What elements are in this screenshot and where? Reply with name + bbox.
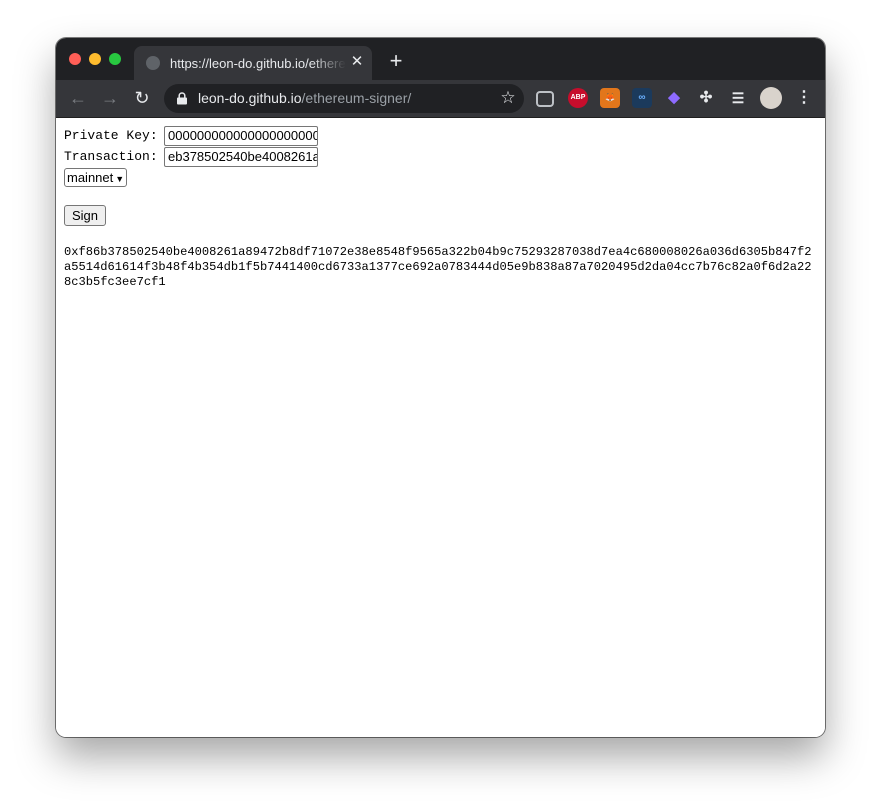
transaction-label: Transaction: bbox=[64, 149, 158, 164]
private-key-input[interactable]: 0000000000000000000000000000000000000000… bbox=[164, 126, 318, 146]
more-menu-icon[interactable]: ⋮ bbox=[794, 88, 814, 108]
chevron-down-icon: ▼ bbox=[115, 174, 125, 184]
transaction-input[interactable]: eb378502540be4008261a89472b8df71072e38e8… bbox=[164, 147, 318, 167]
title-bar: https://leon-do.github.io/ethereum-signe… bbox=[56, 38, 825, 80]
maximize-window-button[interactable] bbox=[109, 53, 121, 65]
metamask-extension-icon[interactable]: 🦊 bbox=[600, 88, 620, 108]
private-key-label: Private Key: bbox=[64, 128, 158, 143]
forward-button[interactable]: → bbox=[98, 86, 122, 110]
reload-button[interactable]: ↻ bbox=[130, 86, 154, 110]
infinity-extension-icon[interactable]: ∞ bbox=[632, 88, 652, 108]
media-control-icon[interactable]: ☰ bbox=[728, 88, 748, 108]
pocket-extension-icon[interactable] bbox=[536, 91, 554, 107]
network-select[interactable]: mainnet ▼ bbox=[64, 168, 128, 187]
globe-icon bbox=[146, 56, 160, 70]
sign-button[interactable]: Sign bbox=[64, 205, 107, 226]
minimize-window-button[interactable] bbox=[89, 53, 101, 65]
gem-extension-icon[interactable]: ◆ bbox=[664, 88, 684, 108]
url-path: /ethereum-signer/ bbox=[301, 90, 412, 106]
adblock-plus-extension-icon[interactable]: ABP bbox=[568, 88, 588, 108]
profile-avatar[interactable] bbox=[760, 87, 782, 109]
address-bar[interactable]: leon-do.github.io/ethereum-signer/ ☆ bbox=[164, 84, 524, 113]
close-window-button[interactable] bbox=[69, 53, 81, 65]
url-host: leon-do.github.io bbox=[198, 90, 302, 106]
lock-icon bbox=[177, 92, 187, 105]
bookmark-star-icon[interactable]: ☆ bbox=[498, 88, 518, 108]
active-tab[interactable]: https://leon-do.github.io/ethereum-signe… bbox=[134, 46, 372, 80]
browser-window: https://leon-do.github.io/ethereum-signe… bbox=[56, 38, 825, 737]
close-tab-icon[interactable]: ✕ bbox=[348, 53, 366, 71]
page-content: Private Key: 000000000000000000000000000… bbox=[56, 118, 825, 737]
tab-title: https://leon-do.github.io/ethereum-signe… bbox=[170, 56, 346, 71]
browser-toolbar: ← → ↻ leon-do.github.io/ethereum-signer/… bbox=[56, 80, 825, 118]
network-select-value: mainnet bbox=[67, 170, 114, 185]
back-button[interactable]: ← bbox=[66, 86, 90, 110]
url-text: leon-do.github.io/ethereum-signer/ bbox=[198, 89, 411, 108]
signed-transaction-output: 0xf86b378502540be4008261a89472b8df71072e… bbox=[64, 245, 812, 289]
new-tab-button[interactable]: + bbox=[384, 50, 408, 74]
extensions-puzzle-icon[interactable]: ✣ bbox=[696, 88, 716, 108]
